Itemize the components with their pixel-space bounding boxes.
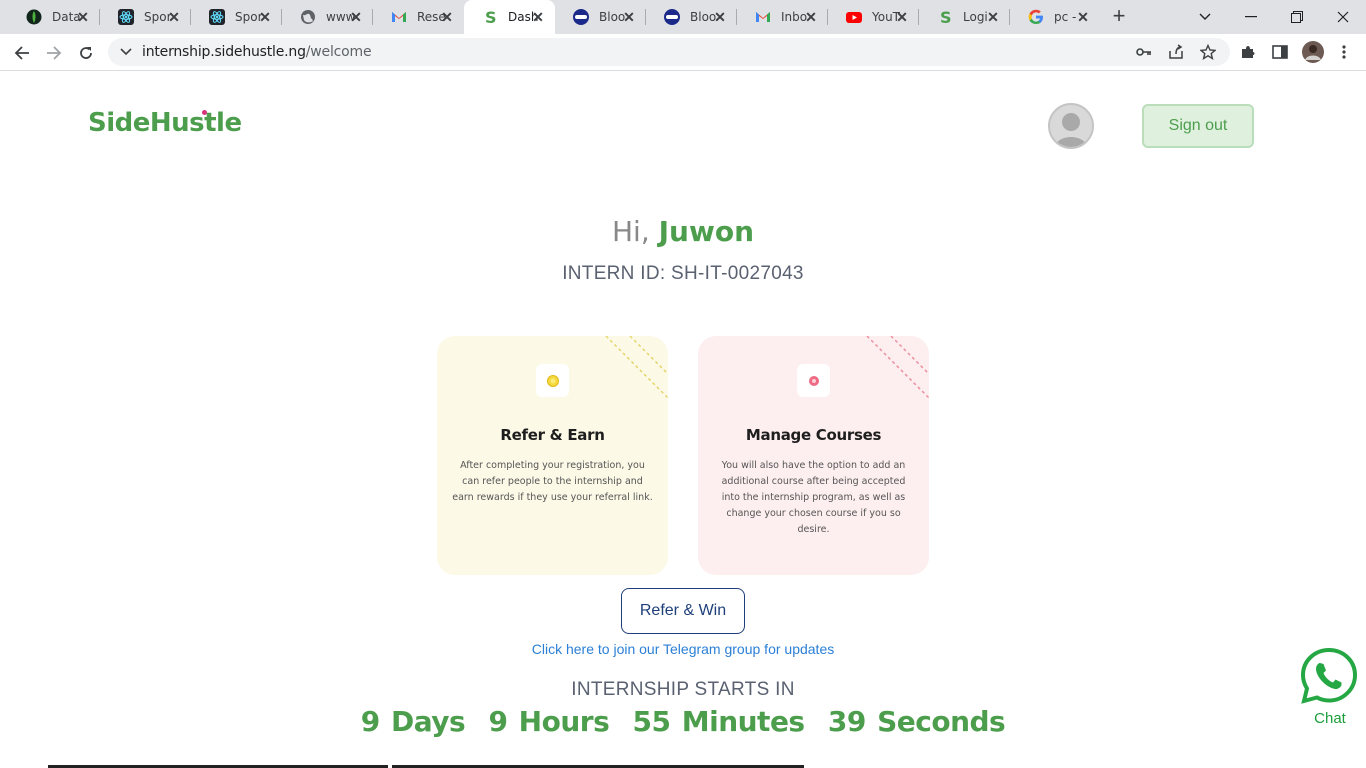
forward-button[interactable] [40,39,68,67]
refer-earn-card[interactable]: Refer & Earn After completing your regis… [437,336,668,575]
svg-text:S: S [485,9,497,25]
share-icon[interactable] [1166,42,1186,62]
gmail-icon [755,9,771,25]
close-tab-icon[interactable]: ✕ [984,8,1002,26]
countdown-days: 9 Days [360,705,466,738]
close-tab-icon[interactable]: ✕ [529,8,547,26]
refer-win-button[interactable]: Refer & Win [621,588,745,634]
tab-inbox[interactable]: Inbo ✕ [737,0,828,34]
card-title: Manage Courses [745,426,882,444]
coin-icon [536,364,569,397]
card-title: Refer & Earn [500,426,605,444]
gmail-icon [391,9,407,25]
tab-search-button[interactable] [1182,0,1228,34]
restore-button[interactable] [1274,0,1320,34]
avatar[interactable] [1048,103,1094,149]
tab-login[interactable]: S Logi ✕ [919,0,1010,34]
greeting-prefix: Hi, [611,215,650,248]
page-content: SideHustle Sign out Hi, Juwon INTERN ID:… [0,71,1366,768]
close-tab-icon[interactable]: ✕ [711,8,729,26]
tab-sports-2[interactable]: Spor ✕ [191,0,282,34]
countdown-seconds: 39 Seconds [827,705,1006,738]
stripe-decoration [605,336,668,399]
close-tab-icon[interactable]: ✕ [438,8,456,26]
close-window-button[interactable] [1320,0,1366,34]
tab-reset[interactable]: Rese ✕ [373,0,464,34]
tab-bloom-2[interactable]: Bloo ✕ [646,0,737,34]
course-flower-icon [797,364,830,397]
countdown-minutes: 55 Minutes [632,705,806,738]
google-icon [1028,9,1044,25]
whatsapp-icon[interactable] [1300,647,1358,705]
url-host: internship.sidehustle.ng [142,44,306,60]
close-tab-icon[interactable]: ✕ [802,8,820,26]
user-name: Juwon [658,215,755,248]
logo-dot-icon [202,110,207,115]
manage-courses-card[interactable]: Manage Courses You will also have the op… [698,336,929,575]
browser-tab-strip: Data ✕ Spor ✕ Spor ✕ www ✕ Rese ✕ S Dash… [0,0,1366,34]
profile-avatar-icon[interactable] [1302,41,1324,63]
stripe-decoration [866,336,929,399]
sidehustle-logo[interactable]: SideHustle [88,108,242,138]
card-description: You will also have the option to add an … [721,460,906,535]
url-text: internship.sidehustle.ng/welcome [142,44,372,60]
browser-toolbar: internship.sidehustle.ng/welcome [0,34,1366,71]
bloom-icon [664,9,680,25]
sign-out-button[interactable]: Sign out [1142,104,1254,148]
telegram-link[interactable]: Click here to join our Telegram group fo… [0,641,1366,657]
logo-text: SideHustle [88,108,242,138]
bookmark-star-icon[interactable] [1198,42,1218,62]
menu-kebab-icon[interactable] [1334,42,1354,62]
key-icon[interactable] [1134,42,1154,62]
chevron-down-icon[interactable] [116,42,136,62]
react-icon [209,9,225,25]
chat-label[interactable]: Chat [1304,710,1356,727]
greeting: Hi, Juwon [0,215,1366,248]
extensions-puzzle-icon[interactable] [1238,42,1258,62]
tab-google[interactable]: pc - ✕ [1010,0,1100,34]
close-tab-icon[interactable]: ✕ [165,8,183,26]
react-icon [118,9,134,25]
tab-bloom-1[interactable]: Bloo ✕ [555,0,646,34]
svg-text:S: S [940,9,952,25]
card-description: After completing your registration, you … [452,460,653,503]
close-tab-icon[interactable]: ✕ [74,8,92,26]
tab-youtube[interactable]: YouT ✕ [828,0,919,34]
close-tab-icon[interactable]: ✕ [256,8,274,26]
tab-sports-1[interactable]: Spor ✕ [100,0,191,34]
globe-icon [300,9,316,25]
sidehustle-icon: S [937,9,953,25]
countdown-hours: 9 Hours [488,705,610,738]
intern-id: INTERN ID: SH-IT-0027043 [562,263,804,284]
close-tab-icon[interactable]: ✕ [347,8,365,26]
close-tab-icon[interactable]: ✕ [1074,8,1092,26]
countdown-label: INTERNSHIP STARTS IN [571,679,795,700]
url-path: /welcome [305,44,372,60]
address-bar[interactable]: internship.sidehustle.ng/welcome [108,38,1230,66]
mongodb-leaf-icon [26,9,42,25]
tab-www[interactable]: www ✕ [282,0,373,34]
sidehustle-icon: S [482,9,498,25]
youtube-icon [846,9,862,25]
reload-button[interactable] [72,39,100,67]
close-tab-icon[interactable]: ✕ [620,8,638,26]
close-tab-icon[interactable]: ✕ [893,8,911,26]
bloom-icon [573,9,589,25]
new-tab-button[interactable]: + [1108,5,1130,28]
back-button[interactable] [8,39,36,67]
countdown-timer: 9 Days 9 Hours 55 Minutes 39 Seconds [0,705,1366,738]
user-silhouette-icon [1054,113,1088,147]
tab-data[interactable]: Data ✕ [8,0,100,34]
tab-dashboard[interactable]: S Dash ✕ [464,0,555,34]
minimize-button[interactable] [1228,0,1274,34]
side-panel-icon[interactable] [1270,42,1290,62]
